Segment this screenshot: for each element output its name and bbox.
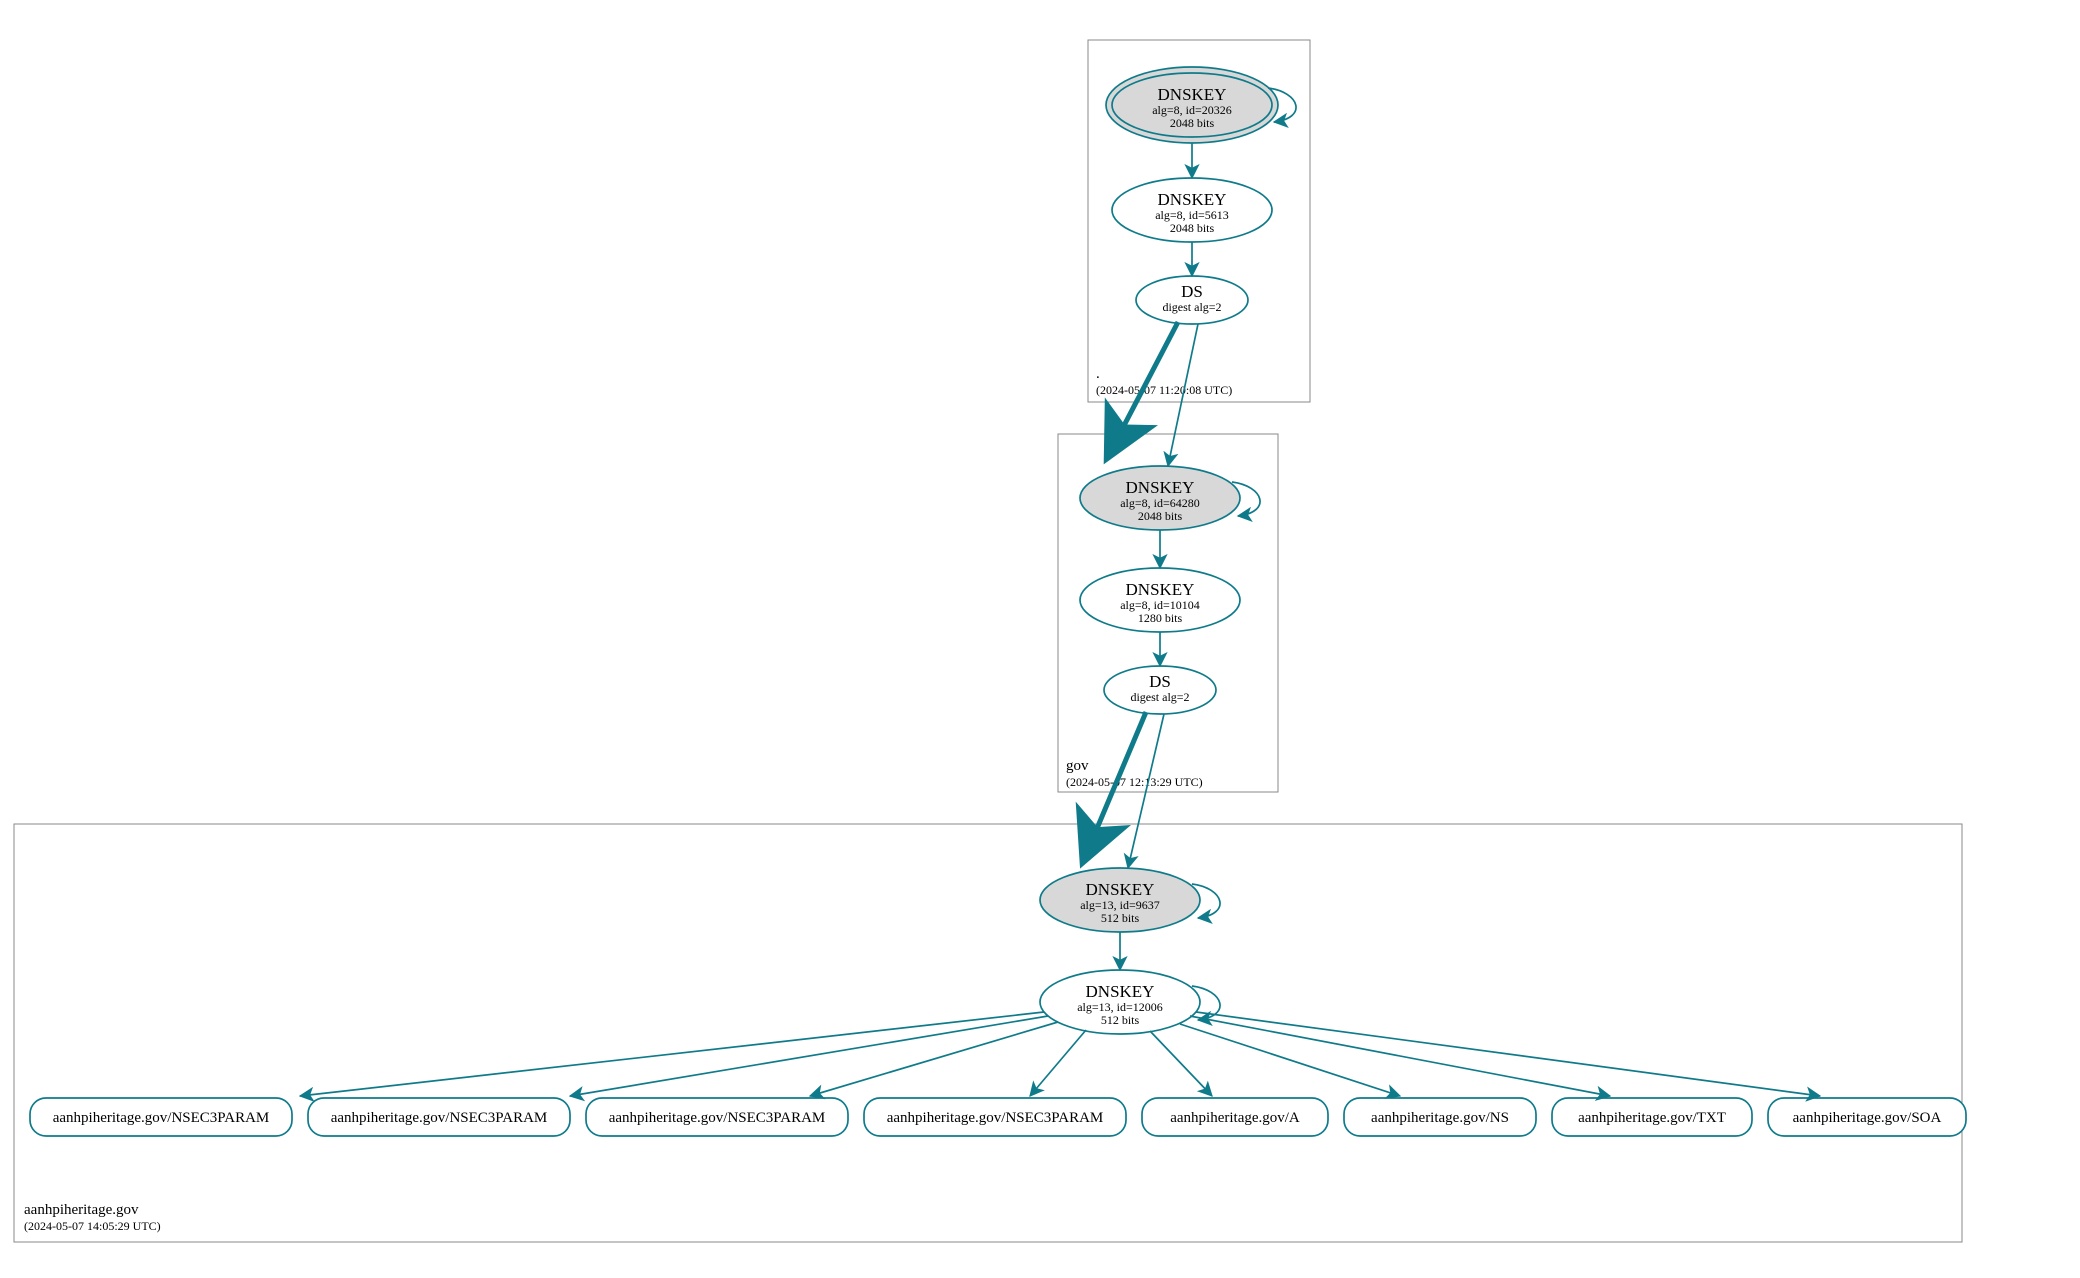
node-gov-zsk: DNSKEY alg=8, id=10104 1280 bits <box>1080 568 1240 632</box>
zone-root-timestamp: (2024-05-07 11:20:08 UTC) <box>1096 383 1232 397</box>
dom-ksk-sub2: 512 bits <box>1101 911 1140 925</box>
gov-ds-sub1: digest alg=2 <box>1130 690 1189 704</box>
gov-zsk-sub2: 1280 bits <box>1138 611 1183 625</box>
gov-zsk-sub1: alg=8, id=10104 <box>1120 598 1200 612</box>
zone-gov-timestamp: (2024-05-07 12:13:29 UTC) <box>1066 775 1203 789</box>
root-zsk-sub1: alg=8, id=5613 <box>1155 208 1229 222</box>
svg-text:aanhpiheritage.gov/NSEC3PARAM: aanhpiheritage.gov/NSEC3PARAM <box>609 1110 826 1126</box>
gov-ksk-sub1: alg=8, id=64280 <box>1120 496 1200 510</box>
root-ksk-title: DNSKEY <box>1158 85 1227 104</box>
svg-text:aanhpiheritage.gov/SOA: aanhpiheritage.gov/SOA <box>1793 1110 1942 1126</box>
gov-ksk-sub2: 2048 bits <box>1138 509 1183 523</box>
zone-domain-timestamp: (2024-05-07 14:05:29 UTC) <box>24 1219 161 1233</box>
zone-root-name: . <box>1096 366 1100 382</box>
svg-text:aanhpiheritage.gov/NSEC3PARAM: aanhpiheritage.gov/NSEC3PARAM <box>887 1110 1104 1126</box>
dom-zsk-sub2: 512 bits <box>1101 1013 1140 1027</box>
gov-zsk-title: DNSKEY <box>1126 580 1195 599</box>
root-zsk-title: DNSKEY <box>1158 190 1227 209</box>
record-a: aanhpiheritage.gov/A <box>1142 1098 1328 1136</box>
svg-text:aanhpiheritage.gov/A: aanhpiheritage.gov/A <box>1170 1110 1300 1126</box>
root-ds-title: DS <box>1181 282 1203 301</box>
record-txt: aanhpiheritage.gov/TXT <box>1552 1098 1752 1136</box>
record-nsec3param-4: aanhpiheritage.gov/NSEC3PARAM <box>864 1098 1126 1136</box>
zone-domain-name: aanhpiheritage.gov <box>24 1202 139 1218</box>
root-zsk-sub2: 2048 bits <box>1170 221 1215 235</box>
svg-text:aanhpiheritage.gov/NS: aanhpiheritage.gov/NS <box>1371 1110 1509 1126</box>
record-nsec3param-3: aanhpiheritage.gov/NSEC3PARAM <box>586 1098 848 1136</box>
svg-text:aanhpiheritage.gov/NSEC3PARAM: aanhpiheritage.gov/NSEC3PARAM <box>331 1110 548 1126</box>
node-gov-ksk: DNSKEY alg=8, id=64280 2048 bits <box>1080 466 1240 530</box>
svg-text:aanhpiheritage.gov/TXT: aanhpiheritage.gov/TXT <box>1578 1110 1726 1126</box>
node-root-ksk: DNSKEY alg=8, id=20326 2048 bits <box>1106 67 1278 143</box>
root-ksk-sub2: 2048 bits <box>1170 116 1215 130</box>
records-row: aanhpiheritage.gov/NSEC3PARAM aanhpiheri… <box>30 1098 1966 1136</box>
node-dom-ksk: DNSKEY alg=13, id=9637 512 bits <box>1040 868 1200 932</box>
root-ds-sub1: digest alg=2 <box>1162 300 1221 314</box>
zone-domain: aanhpiheritage.gov (2024-05-07 14:05:29 … <box>14 824 1962 1242</box>
dom-ksk-sub1: alg=13, id=9637 <box>1080 898 1160 912</box>
record-nsec3param-2: aanhpiheritage.gov/NSEC3PARAM <box>308 1098 570 1136</box>
record-soa: aanhpiheritage.gov/SOA <box>1768 1098 1966 1136</box>
zone-gov: gov (2024-05-07 12:13:29 UTC) DNSKEY alg… <box>1058 434 1278 792</box>
node-root-zsk: DNSKEY alg=8, id=5613 2048 bits <box>1112 178 1272 242</box>
gov-ds-title: DS <box>1149 672 1171 691</box>
svg-text:aanhpiheritage.gov/NSEC3PARAM: aanhpiheritage.gov/NSEC3PARAM <box>53 1110 270 1126</box>
zone-gov-name: gov <box>1066 758 1089 774</box>
node-dom-zsk: DNSKEY alg=13, id=12006 512 bits <box>1040 970 1200 1034</box>
record-nsec3param-1: aanhpiheritage.gov/NSEC3PARAM <box>30 1098 292 1136</box>
dnssec-chain-diagram: . (2024-05-07 11:20:08 UTC) DNSKEY alg=8… <box>0 0 2080 1278</box>
node-gov-ds: DS digest alg=2 <box>1104 666 1216 714</box>
node-root-ds: DS digest alg=2 <box>1136 276 1248 324</box>
dom-zsk-sub1: alg=13, id=12006 <box>1077 1000 1163 1014</box>
zone-root: . (2024-05-07 11:20:08 UTC) DNSKEY alg=8… <box>1088 40 1310 402</box>
dom-zsk-title: DNSKEY <box>1086 982 1155 1001</box>
gov-ksk-title: DNSKEY <box>1126 478 1195 497</box>
root-ksk-sub1: alg=8, id=20326 <box>1152 103 1232 117</box>
dom-ksk-title: DNSKEY <box>1086 880 1155 899</box>
record-ns: aanhpiheritage.gov/NS <box>1344 1098 1536 1136</box>
